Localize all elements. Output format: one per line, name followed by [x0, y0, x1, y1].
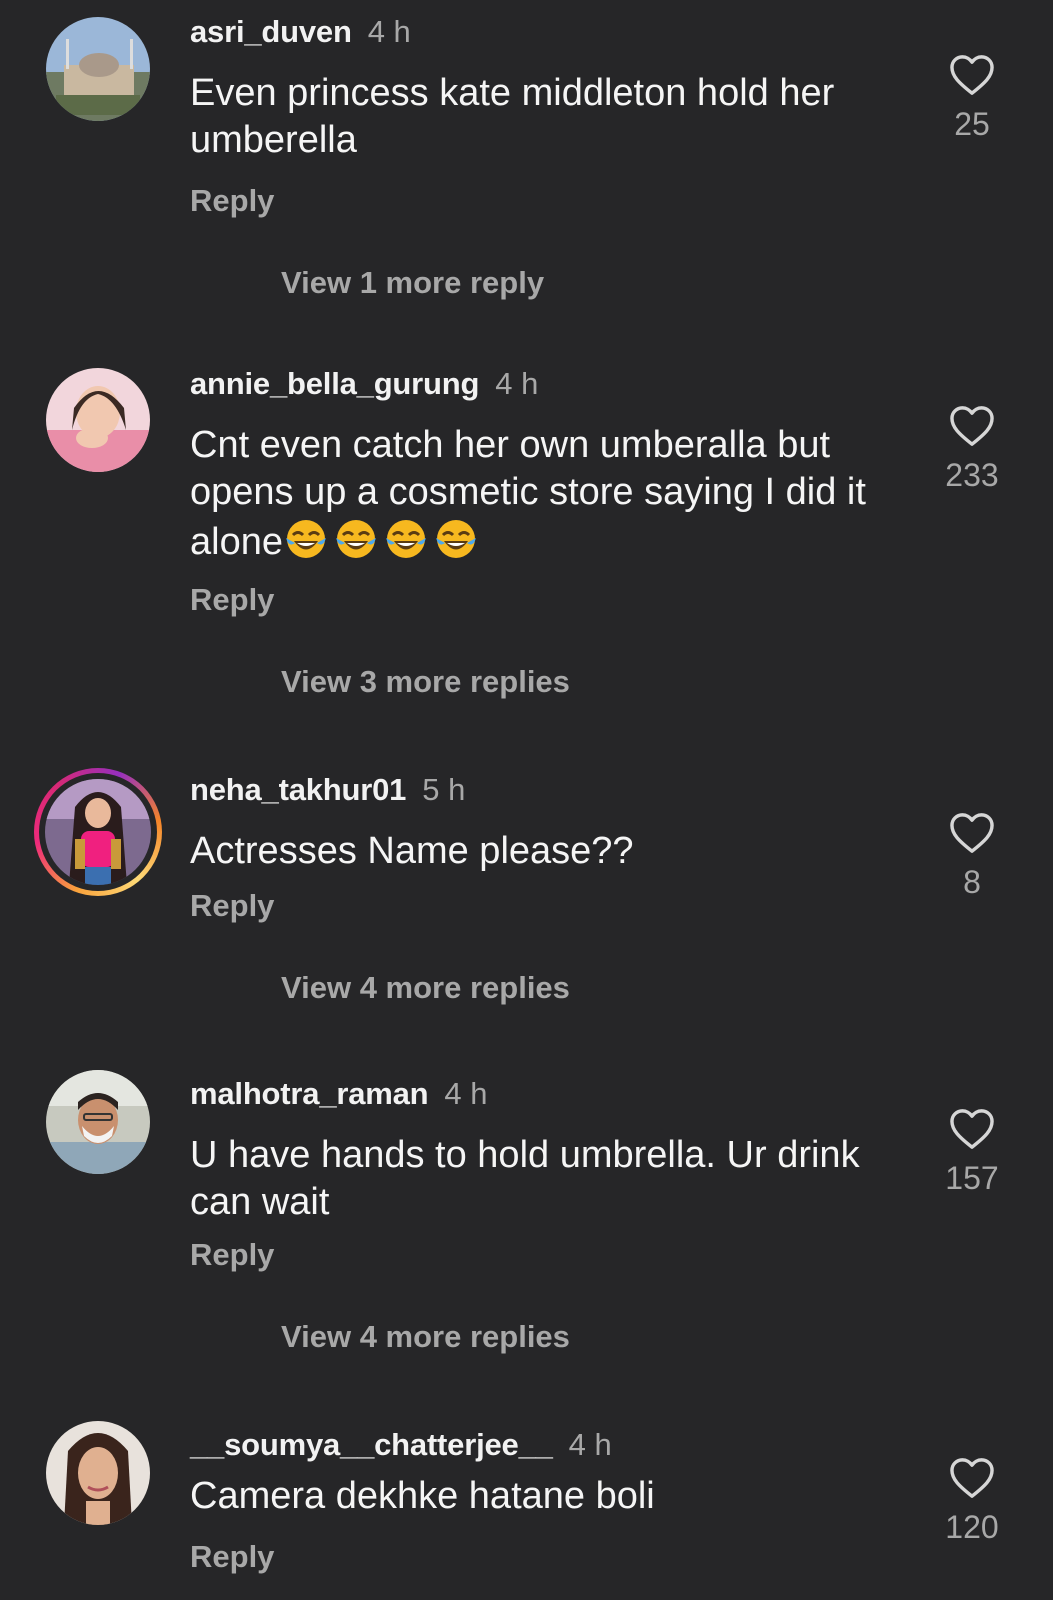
username[interactable]: neha_takhur01	[190, 772, 406, 807]
like-count: 120	[945, 1509, 999, 1545]
username[interactable]: __soumya__chatterjee__	[190, 1427, 553, 1462]
comment-time: 4 h	[367, 14, 411, 49]
comment-time: 4 h	[444, 1076, 488, 1111]
comment-time: 5 h	[422, 772, 466, 807]
username[interactable]: annie_bella_gurung	[190, 366, 479, 401]
comment-text: Cnt even catch her own umberalla but ope…	[190, 422, 890, 566]
comment-meta: annie_bella_gurung 4 h	[190, 364, 538, 404]
username[interactable]: asri_duven	[190, 14, 352, 49]
comment-meta: __soumya__chatterjee__ 4 h	[190, 1425, 612, 1465]
view-more-replies-button[interactable]: View 3 more replies	[281, 664, 570, 700]
heart-outline-icon[interactable]	[949, 812, 995, 854]
like-count: 233	[945, 457, 999, 493]
avatar[interactable]	[46, 1421, 150, 1525]
username[interactable]: malhotra_raman	[190, 1076, 429, 1111]
emoji-group	[283, 520, 483, 563]
reply-button[interactable]: Reply	[190, 582, 274, 618]
view-more-replies-button[interactable]: View 1 more reply	[281, 265, 544, 301]
heart-outline-icon[interactable]	[949, 405, 995, 447]
comment-meta: neha_takhur01 5 h	[190, 770, 465, 810]
face-with-tears-of-joy-icon	[435, 520, 476, 558]
comment-time: 4 h	[495, 366, 539, 401]
avatar[interactable]	[34, 768, 162, 896]
like-count: 25	[954, 106, 990, 142]
heart-outline-icon[interactable]	[949, 1108, 995, 1150]
like-count: 157	[945, 1160, 999, 1196]
comment-meta: malhotra_raman 4 h	[190, 1074, 488, 1114]
face-with-tears-of-joy-icon	[335, 520, 376, 558]
like-count: 8	[963, 864, 981, 900]
comment-meta: asri_duven 4 h	[190, 12, 411, 52]
avatar[interactable]	[46, 1070, 150, 1174]
heart-outline-icon[interactable]	[949, 54, 995, 96]
view-more-replies-button[interactable]: View 4 more replies	[281, 970, 570, 1006]
like-control: 157	[912, 1108, 1032, 1197]
comment-text: U have hands to hold umbrella. Ur drink …	[190, 1134, 860, 1223]
reply-button[interactable]: Reply	[190, 183, 274, 219]
like-control: 8	[912, 812, 1032, 901]
like-control: 233	[912, 405, 1032, 494]
reply-button[interactable]: Reply	[190, 1237, 274, 1273]
avatar-photo	[45, 779, 151, 885]
heart-outline-icon[interactable]	[949, 1457, 995, 1499]
comment-time: 4 h	[568, 1427, 612, 1462]
like-control: 25	[912, 54, 1032, 143]
face-with-tears-of-joy-icon	[385, 520, 426, 558]
avatar[interactable]	[46, 17, 150, 121]
avatar[interactable]	[46, 368, 150, 472]
view-more-replies-button[interactable]: View 4 more replies	[281, 1319, 570, 1355]
comment-text: Even princess kate middleton hold her um…	[190, 72, 835, 161]
reply-button[interactable]: Reply	[190, 1539, 274, 1575]
comment-text: Actresses Name please??	[190, 830, 634, 872]
like-control: 120	[912, 1457, 1032, 1546]
face-with-tears-of-joy-icon	[285, 520, 326, 558]
comment-text: Camera dekhke hatane boli	[190, 1475, 655, 1517]
reply-button[interactable]: Reply	[190, 888, 274, 924]
